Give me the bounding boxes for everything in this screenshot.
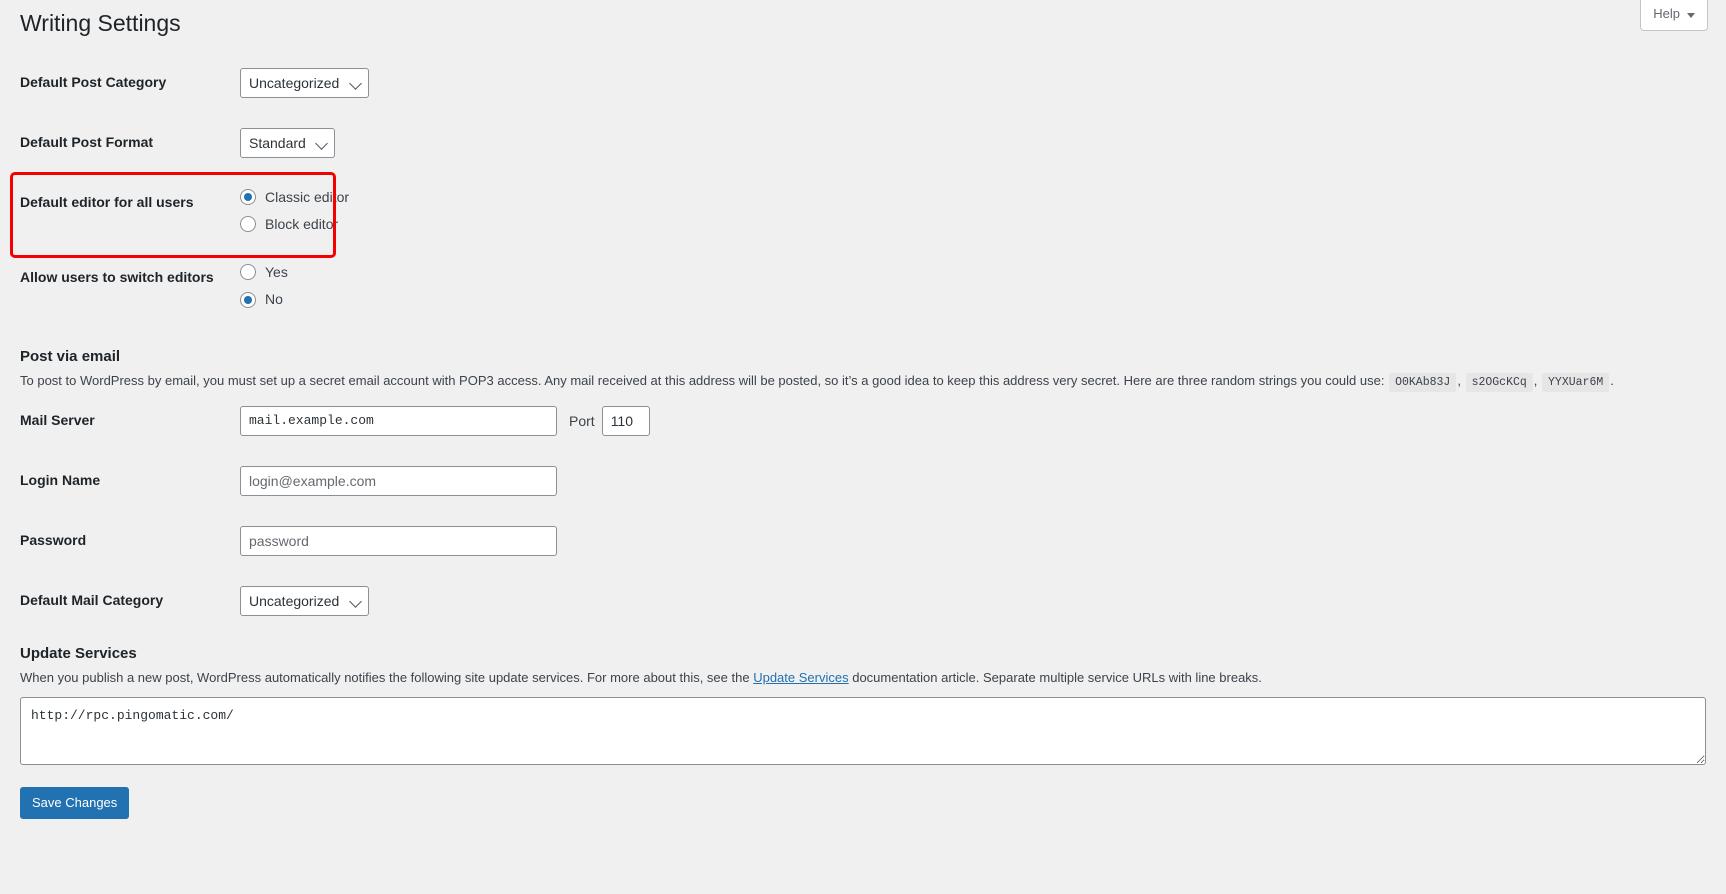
- default-mail-category-select[interactable]: Uncategorized: [240, 585, 369, 616]
- label-allow-switch-editors: Allow users to switch editors: [20, 269, 214, 286]
- cell-default-mail-category: Uncategorized: [230, 571, 1706, 631]
- row-default-post-category: Default Post Category Uncategorized: [20, 53, 1706, 113]
- page-title: Writing Settings: [20, 10, 181, 36]
- row-login-name: Login Name: [20, 451, 1706, 511]
- row-default-mail-category: Default Mail Category Uncategorized: [20, 571, 1706, 631]
- row-allow-switch-editors: Allow users to switch editors Yes No: [20, 248, 1706, 323]
- update-services-section: Update Services When you publish a new p…: [20, 631, 1706, 766]
- separator-2: ,: [1533, 372, 1538, 388]
- default-mail-category-select-wrap: Uncategorized: [240, 585, 369, 616]
- random-string-1: O0KAb83J: [1389, 372, 1457, 392]
- radio-classic-editor[interactable]: [240, 188, 256, 205]
- update-services-description: When you publish a new post, WordPress a…: [20, 668, 1706, 688]
- row-mail-server: Mail Server Port: [20, 391, 1706, 451]
- default-post-category-select-wrap: Uncategorized: [240, 67, 369, 98]
- port-label: Port: [569, 412, 595, 429]
- radio-option-switch-yes[interactable]: Yes: [240, 263, 1696, 281]
- default-post-format-select[interactable]: Standard: [240, 127, 335, 158]
- post-via-email-description: To post to WordPress by email, you must …: [20, 371, 1706, 392]
- radio-switch-yes[interactable]: [240, 264, 256, 281]
- update-services-title: Update Services: [20, 644, 137, 662]
- chevron-down-icon: [1687, 12, 1695, 18]
- post-via-email-title: Post via email: [20, 347, 121, 365]
- update-services-textarea-wrap: http://rpc.pingomatic.com/: [20, 687, 1706, 766]
- cell-default-post-category: Uncategorized: [230, 53, 1706, 113]
- row-password: Password: [20, 511, 1706, 571]
- random-string-2: s2OGcKCq: [1465, 372, 1533, 392]
- row-default-post-format: Default Post Format Standard: [20, 113, 1706, 173]
- submit-area: Save Changes: [20, 765, 1706, 820]
- label-default-editor: Default editor for all users: [20, 193, 194, 210]
- cell-mail-server: Port: [230, 391, 1706, 451]
- password-input[interactable]: [240, 525, 557, 556]
- radio-label-switch-no[interactable]: No: [265, 290, 283, 308]
- help-tab-label: Help: [1653, 6, 1680, 21]
- label-default-post-format: Default Post Format: [20, 133, 154, 150]
- radio-block-editor[interactable]: [240, 216, 256, 233]
- help-tab-container: Help: [1640, 0, 1708, 32]
- label-default-post-category: Default Post Category: [20, 73, 167, 90]
- help-tab-button[interactable]: Help: [1640, 0, 1708, 32]
- settings-page-wrap: Writing Settings Default Post Category U…: [0, 0, 1726, 820]
- radio-label-block-editor[interactable]: Block editor: [265, 215, 338, 233]
- radio-option-classic-editor[interactable]: Classic editor: [240, 188, 1696, 206]
- cell-default-post-format: Standard: [230, 113, 1706, 173]
- radio-option-block-editor[interactable]: Block editor: [240, 215, 1696, 233]
- post-via-email-table: Mail Server Port Login Name: [20, 391, 1706, 631]
- cell-allow-switch-editors: Yes No: [230, 248, 1706, 323]
- label-login-name: Login Name: [20, 471, 101, 488]
- save-changes-button[interactable]: Save Changes: [20, 787, 130, 820]
- radio-option-switch-no[interactable]: No: [240, 290, 1696, 308]
- label-mail-server: Mail Server: [20, 411, 95, 428]
- default-post-category-select[interactable]: Uncategorized: [240, 67, 369, 98]
- radio-label-switch-yes[interactable]: Yes: [265, 263, 288, 281]
- cell-password: [230, 511, 1706, 571]
- label-password: Password: [20, 531, 87, 548]
- radio-label-classic-editor[interactable]: Classic editor: [265, 188, 349, 206]
- default-post-format-select-wrap: Standard: [240, 127, 335, 158]
- update-services-link[interactable]: Update Services: [753, 670, 848, 685]
- radio-switch-no[interactable]: [240, 291, 256, 308]
- cell-default-editor: Classic editor Block editor: [230, 173, 1706, 248]
- cell-login-name: [230, 451, 1706, 511]
- port-input[interactable]: [601, 405, 650, 436]
- update-services-description-after: documentation article. Separate multiple…: [852, 669, 1262, 685]
- row-default-editor: Default editor for all users Classic edi…: [20, 173, 1706, 248]
- random-string-3: YYXUar6M: [1542, 372, 1610, 392]
- general-writing-settings-table: Default Post Category Uncategorized Defa…: [20, 53, 1706, 324]
- update-services-description-before: When you publish a new post, WordPress a…: [20, 669, 750, 685]
- post-via-email-section: Post via email To post to WordPress by e…: [20, 324, 1706, 631]
- mail-server-field-group: Port: [240, 405, 1696, 436]
- period: .: [1610, 372, 1614, 388]
- mail-server-input[interactable]: [240, 405, 557, 436]
- separator-1: ,: [1457, 372, 1461, 388]
- post-via-email-description-text: To post to WordPress by email, you must …: [20, 372, 1385, 388]
- label-default-mail-category: Default Mail Category: [20, 591, 164, 608]
- login-name-input[interactable]: [240, 465, 557, 496]
- update-services-textarea[interactable]: http://rpc.pingomatic.com/: [20, 697, 1706, 766]
